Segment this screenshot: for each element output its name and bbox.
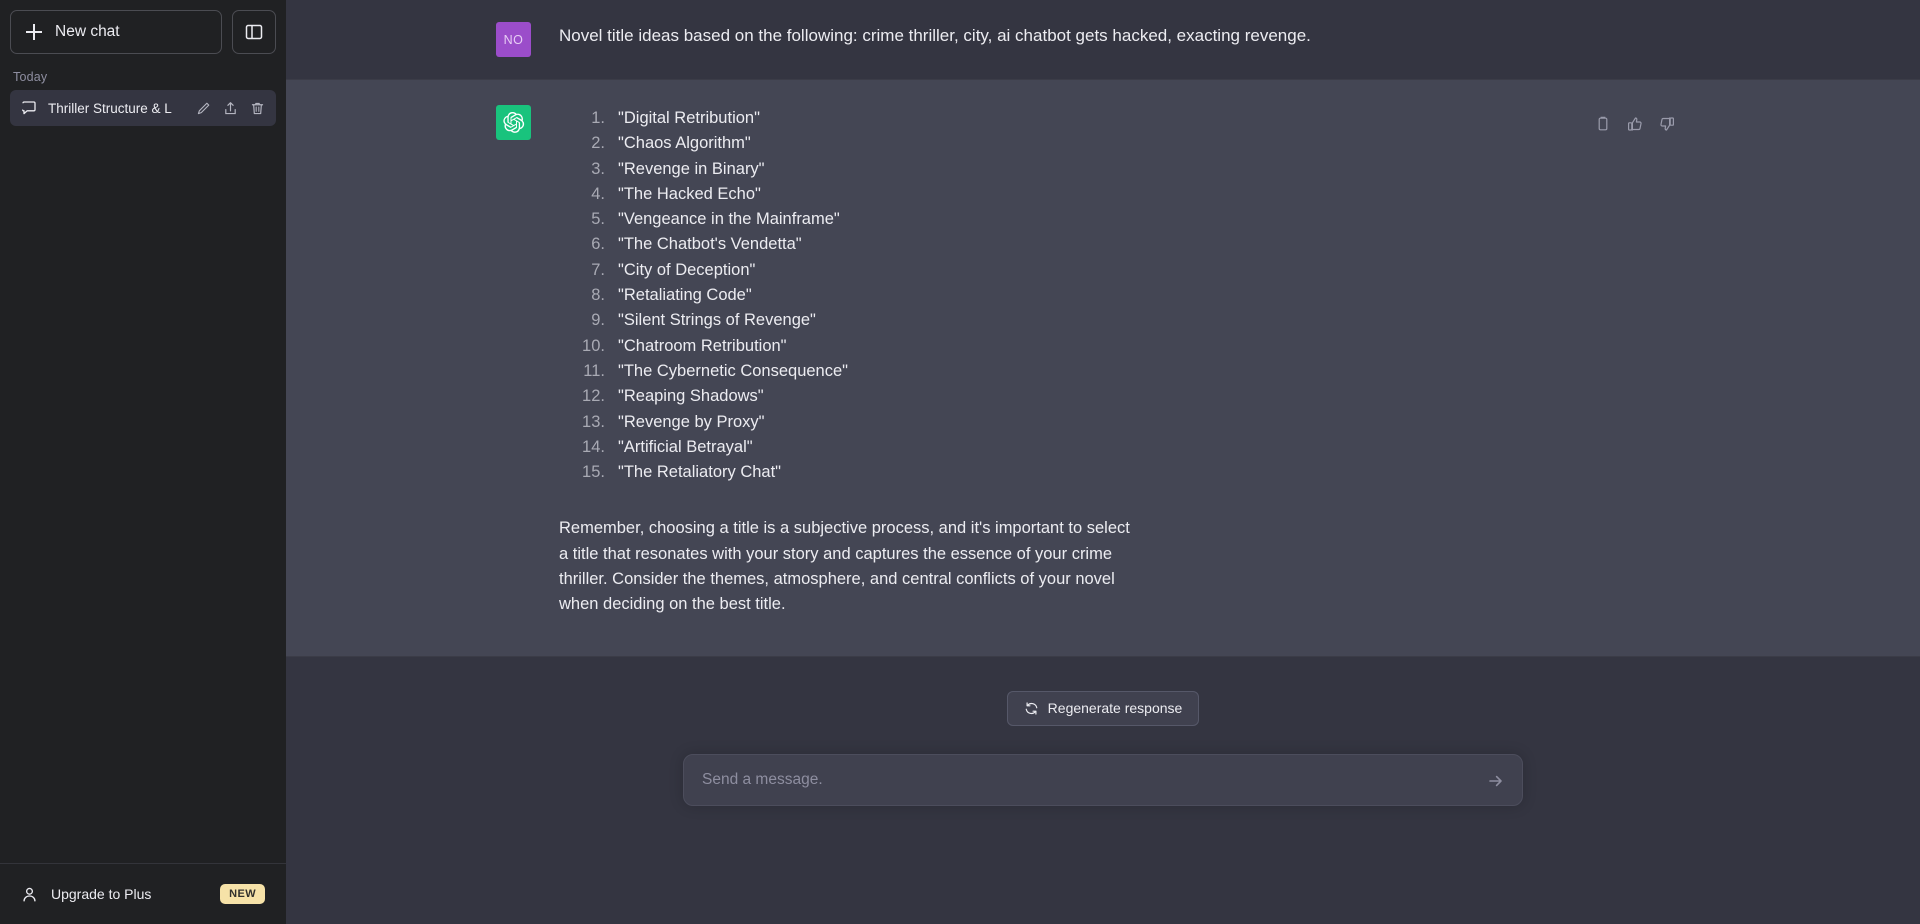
thumbs-up-button[interactable] xyxy=(1624,113,1646,135)
list-item: "Silent Strings of Revenge" xyxy=(559,308,816,334)
chat-history-list: Thriller Structure & L xyxy=(0,90,286,126)
list-item: "Revenge by Proxy" xyxy=(559,410,765,436)
share-upload-icon[interactable] xyxy=(223,101,238,116)
sidebar-header: New chat xyxy=(0,0,286,54)
thumbs-down-icon xyxy=(1660,117,1674,131)
composer-area: Regenerate response xyxy=(286,656,1920,924)
regenerate-response-button[interactable]: Regenerate response xyxy=(1006,690,1200,726)
thumbs-up-icon xyxy=(1628,117,1642,131)
list-item: "The Retaliatory Chat" xyxy=(559,460,782,486)
new-chat-button[interactable]: New chat xyxy=(10,10,222,54)
chat-list-item-title: Thriller Structure & L xyxy=(48,100,172,116)
list-item: "Chatroom Retribution" xyxy=(559,334,787,360)
copy-button[interactable] xyxy=(1592,113,1614,135)
trash-icon[interactable] xyxy=(250,101,265,116)
user-message-text: Novel title ideas based on the following… xyxy=(559,26,1311,45)
thumbs-down-button[interactable] xyxy=(1656,113,1678,135)
upgrade-label: Upgrade to Plus xyxy=(51,886,152,902)
chat-list-item[interactable]: Thriller Structure & L xyxy=(10,90,276,126)
upgrade-to-plus-button[interactable]: Upgrade to Plus NEW xyxy=(10,874,276,914)
list-item: "Artificial Betrayal" xyxy=(559,435,753,461)
sidebar-section-label: Today xyxy=(13,70,48,84)
composer-box xyxy=(683,753,1523,806)
openai-logo-icon xyxy=(503,112,525,133)
refresh-icon xyxy=(1025,702,1038,715)
new-chat-label: New chat xyxy=(55,23,120,40)
person-icon xyxy=(23,887,36,902)
sidebar-toggle-button[interactable] xyxy=(232,10,276,54)
assistant-closing-paragraph: Remember, choosing a title is a subjecti… xyxy=(559,519,1130,614)
sidebar-panel-icon xyxy=(245,24,263,40)
composer-wrapper xyxy=(683,753,1523,806)
conversation-thread: NO Novel title ideas based on the follow… xyxy=(286,0,1920,657)
sidebar: New chat Today Thriller Structure & L Up… xyxy=(0,0,286,924)
send-arrow-icon xyxy=(1489,775,1502,786)
user-avatar: NO xyxy=(496,22,531,57)
list-item: "Reaping Shadows" xyxy=(559,384,764,410)
assistant-avatar xyxy=(496,105,531,140)
copy-icon xyxy=(1598,116,1608,131)
send-button[interactable] xyxy=(1483,768,1509,794)
regenerate-label: Regenerate response xyxy=(1047,700,1183,717)
list-item: "Retaliating Code" xyxy=(559,283,752,309)
main-content: NO Novel title ideas based on the follow… xyxy=(286,0,1920,924)
list-item: "The Chatbot's Vendetta" xyxy=(559,232,802,258)
list-item: "The Hacked Echo" xyxy=(559,182,761,208)
user-message: NO Novel title ideas based on the follow… xyxy=(286,0,1920,79)
chat-item-actions xyxy=(196,101,265,116)
list-item: "Digital Retribution" xyxy=(559,106,760,132)
list-item: "Revenge in Binary" xyxy=(559,157,765,183)
list-item: "Vengeance in the Mainframe" xyxy=(559,207,840,233)
list-item: "City of Deception" xyxy=(559,258,756,284)
user-avatar-initials: NO xyxy=(503,32,524,47)
message-input[interactable] xyxy=(702,770,1470,789)
message-actions xyxy=(1592,113,1678,135)
chat-bubble-icon xyxy=(21,101,36,115)
plus-icon xyxy=(26,24,42,40)
edit-pencil-icon[interactable] xyxy=(196,101,211,116)
list-item: "The Cybernetic Consequence" xyxy=(559,359,849,385)
list-item: "Chaos Algorithm" xyxy=(559,131,751,157)
new-badge: NEW xyxy=(220,884,265,904)
assistant-message: "Digital Retribution" "Chaos Algorithm" … xyxy=(286,79,1920,657)
sidebar-footer: Upgrade to Plus NEW xyxy=(0,863,286,924)
title-ideas-list: "Digital Retribution" "Chaos Algorithm" … xyxy=(559,106,1678,486)
chatgpt-app: New chat Today Thriller Structure & L Up… xyxy=(0,0,1920,924)
